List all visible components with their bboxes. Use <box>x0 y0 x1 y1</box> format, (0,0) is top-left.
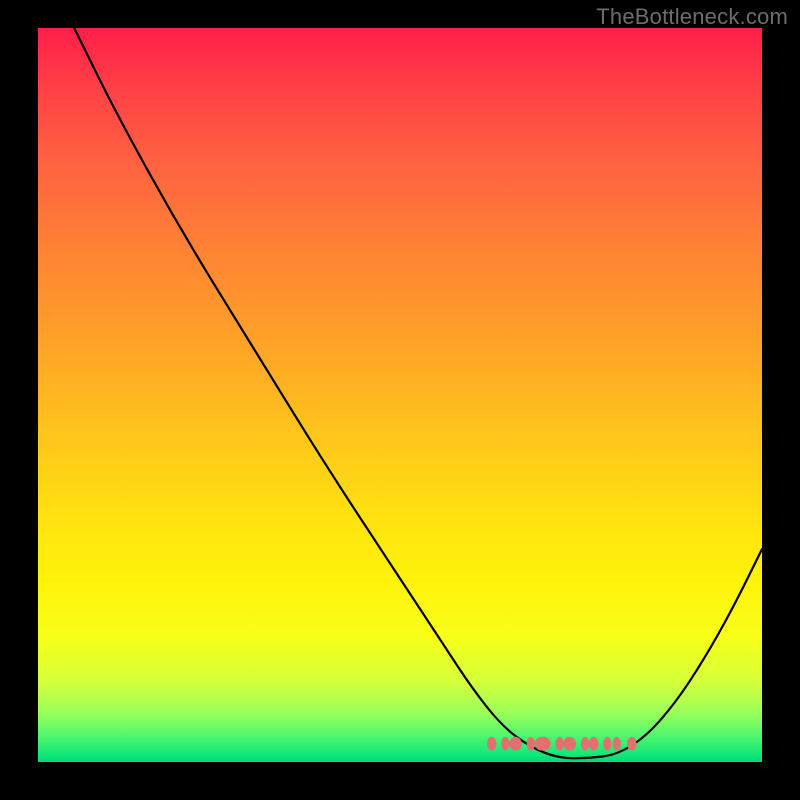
chart-plot-area <box>38 28 762 762</box>
attribution-text: TheBottleneck.com <box>596 4 788 30</box>
optimal-range-marker <box>38 28 762 762</box>
